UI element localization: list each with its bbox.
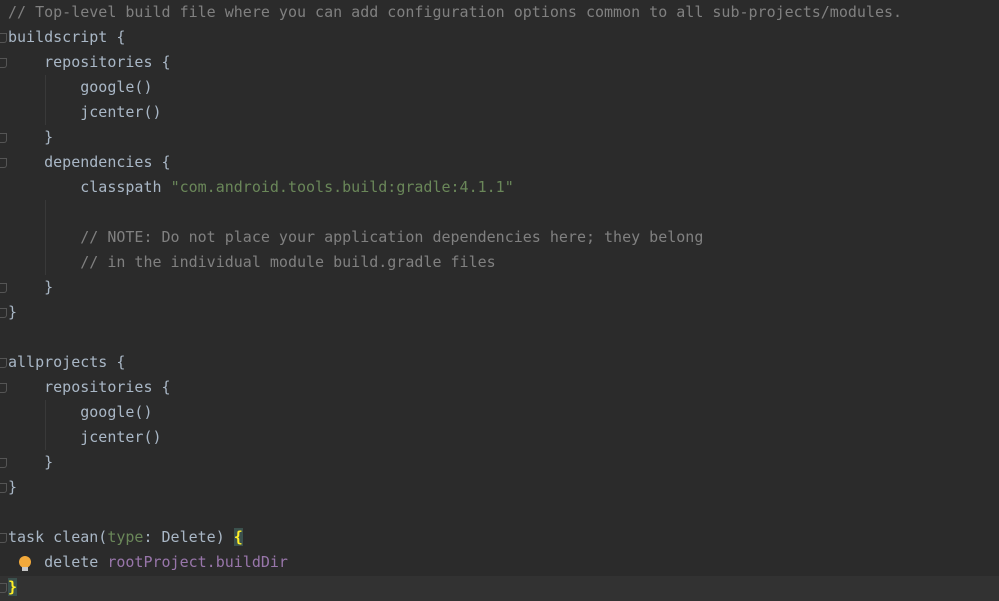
fold-marker-icon[interactable] — [0, 283, 7, 293]
code-token: rootProject.buildDir — [107, 553, 288, 571]
code-line[interactable]: } — [8, 450, 53, 475]
code-line[interactable]: // in the individual module build.gradle… — [8, 250, 496, 275]
fold-marker-icon[interactable] — [0, 458, 7, 468]
fold-marker-icon[interactable] — [0, 133, 7, 143]
code-line[interactable]: jcenter() — [8, 100, 162, 125]
code-token: classpath — [8, 178, 171, 196]
code-token: // NOTE: Do not place your application d… — [8, 228, 704, 246]
code-token: jcenter() — [8, 428, 162, 446]
code-line[interactable]: allprojects { — [8, 350, 125, 375]
code-token: dependencies { — [8, 153, 171, 171]
code-line[interactable]: dependencies { — [8, 150, 171, 175]
fold-marker-icon[interactable] — [0, 158, 7, 168]
code-token: } — [8, 578, 18, 596]
code-line[interactable]: // NOTE: Do not place your application d… — [8, 225, 703, 250]
code-token: } — [8, 128, 54, 146]
code-line[interactable]: } — [8, 475, 17, 500]
code-editor[interactable]: // Top-level build file where you can ad… — [0, 0, 999, 601]
code-token: task clean( — [8, 528, 108, 546]
fold-marker-icon[interactable] — [0, 358, 7, 368]
code-token: // Top-level build file where you can ad… — [8, 3, 903, 21]
code-token: google() — [8, 78, 153, 96]
code-token: } — [8, 278, 54, 296]
code-line[interactable]: } — [8, 275, 53, 300]
code-token: } — [8, 303, 18, 321]
code-line[interactable]: google() — [8, 400, 153, 425]
code-token: delete — [8, 553, 108, 571]
code-line[interactable]: // Top-level build file where you can ad… — [8, 0, 902, 25]
code-token: repositories { — [8, 53, 171, 71]
code-token: } — [8, 478, 18, 496]
current-line-highlight — [0, 576, 999, 601]
code-line[interactable]: } — [8, 125, 53, 150]
code-line[interactable]: } — [8, 575, 18, 600]
code-line[interactable]: task clean(type: Delete) { — [8, 525, 243, 550]
code-token: allprojects { — [8, 353, 126, 371]
code-line[interactable]: buildscript { — [8, 25, 125, 50]
fold-marker-icon[interactable] — [0, 533, 7, 543]
code-line[interactable]: classpath "com.android.tools.build:gradl… — [8, 175, 514, 200]
code-token: : Delete) — [143, 528, 234, 546]
fold-marker-icon[interactable] — [0, 483, 7, 493]
code-line[interactable]: jcenter() — [8, 425, 162, 450]
fold-marker-icon[interactable] — [0, 383, 7, 393]
code-token: "com.android.tools.build:gradle:4.1.1" — [170, 178, 514, 196]
code-token: { — [233, 528, 243, 546]
code-token: repositories { — [8, 378, 171, 396]
code-token: buildscript { — [8, 28, 126, 46]
fold-marker-icon[interactable] — [0, 33, 7, 43]
code-line[interactable]: repositories { — [8, 375, 171, 400]
fold-marker-icon[interactable] — [0, 583, 7, 593]
code-line[interactable]: google() — [8, 75, 153, 100]
code-token: // in the individual module build.gradle… — [8, 253, 496, 271]
code-token: } — [8, 453, 54, 471]
code-line[interactable]: } — [8, 300, 17, 325]
code-token: jcenter() — [8, 103, 162, 121]
code-line[interactable]: repositories { — [8, 50, 171, 75]
code-token: type — [107, 528, 144, 546]
code-line[interactable]: delete rootProject.buildDir — [8, 550, 288, 575]
fold-marker-icon[interactable] — [0, 58, 7, 68]
code-token: google() — [8, 403, 153, 421]
fold-marker-icon[interactable] — [0, 308, 7, 318]
